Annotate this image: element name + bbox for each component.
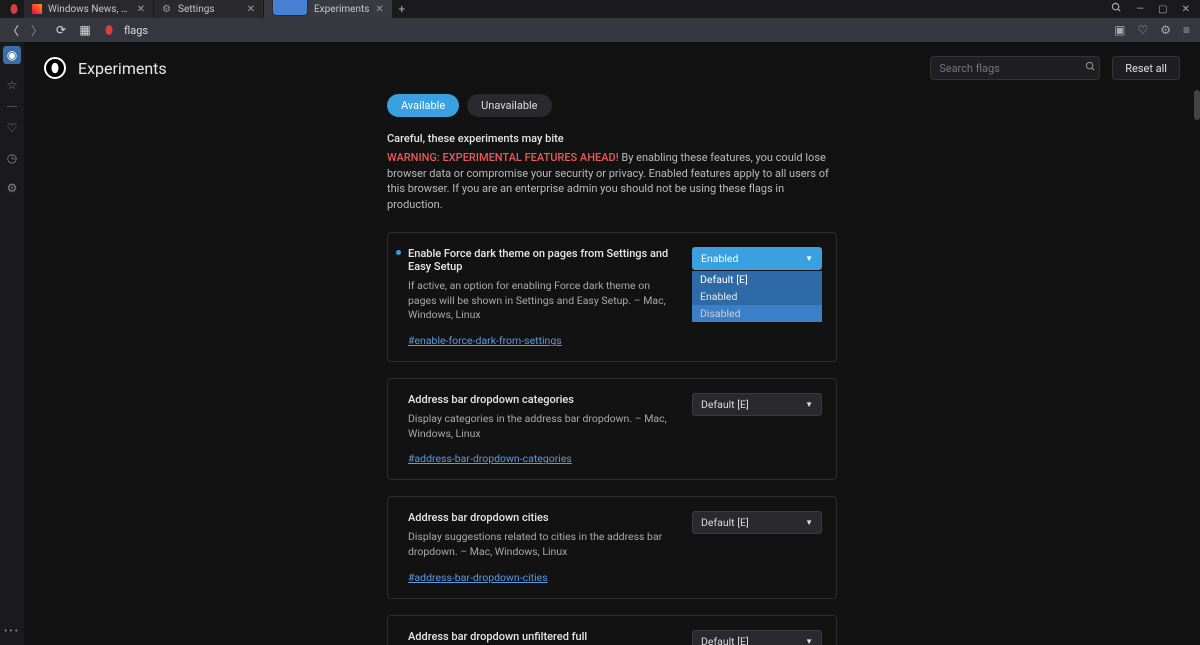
reload-button[interactable]: ⟳ [54, 23, 68, 37]
flag-card: Enable Force dark theme on pages from Se… [387, 232, 837, 362]
flag-card: Address bar dropdown cities Display sugg… [387, 496, 837, 598]
forward-button[interactable]: 〉 [30, 22, 44, 39]
window-controls: — ▢ ✕ [1111, 2, 1200, 16]
flag-description: If active, an option for enabling Force … [408, 279, 676, 323]
speed-dial-icon[interactable]: ▦ [78, 23, 92, 37]
reset-all-button[interactable]: Reset all [1112, 56, 1180, 80]
tab-label: Experiments [314, 4, 369, 15]
url-text: flags [124, 24, 148, 37]
tab-windows-news[interactable]: Windows News, Updates, t ✕ [24, 0, 154, 18]
select-value: Enabled [701, 252, 738, 265]
sidebar-item-bookmarks[interactable]: ☆ [3, 76, 21, 94]
sidebar-item-settings[interactable]: ⚙ [3, 179, 21, 197]
flag-select[interactable]: Enabled ▼ [692, 247, 822, 270]
addrbar-right-icons: ▣ ♡ ⚙ ≡ [1114, 23, 1190, 37]
close-window-icon[interactable]: ✕ [1182, 4, 1190, 15]
new-tab-button[interactable]: + [393, 0, 411, 18]
favicon-icon [32, 4, 42, 14]
search-icon [1085, 61, 1096, 75]
page-header: Experiments Reset all [24, 42, 1200, 94]
warning-title: Careful, these experiments may bite [387, 131, 837, 146]
titlebar: Windows News, Updates, t ✕ ⚙ Settings ✕ … [0, 0, 1200, 18]
minimize-icon[interactable]: — [1136, 4, 1144, 15]
select-value: Default [E] [701, 516, 749, 529]
easy-setup-icon[interactable]: ≡ [1183, 23, 1190, 37]
option-disabled[interactable]: Disabled [692, 305, 822, 322]
option-default[interactable]: Default [E] [692, 271, 822, 288]
select-options: Default [E] Enabled Disabled [692, 271, 822, 322]
sidebar-item-heart[interactable]: ♡ [3, 119, 21, 137]
flag-title: Address bar dropdown cities [408, 511, 676, 524]
tab-strip: Windows News, Updates, t ✕ ⚙ Settings ✕ … [24, 0, 411, 18]
sidebar-item-workspace[interactable]: ◉ [3, 46, 21, 64]
filter-tabs: Available Unavailable [387, 94, 837, 117]
flag-select[interactable]: Default [E] ▼ [692, 630, 822, 645]
search-icon[interactable] [1111, 2, 1122, 16]
flag-description: Display suggestions related to cities in… [408, 530, 676, 559]
sidebar-divider [7, 106, 17, 107]
flags-column: Available Unavailable Careful, these exp… [377, 94, 847, 645]
flag-select[interactable]: Default [E] ▼ [692, 511, 822, 534]
flag-anchor-link[interactable]: #address-bar-dropdown-categories [408, 452, 572, 465]
chevron-down-icon: ▼ [805, 518, 813, 527]
scrollbar-thumb[interactable] [1194, 90, 1200, 120]
flag-card: Address bar dropdown categories Display … [387, 378, 837, 480]
warning-alert: WARNING: EXPERIMENTAL FEATURES AHEAD! [387, 151, 619, 164]
back-button[interactable]: 〈 [6, 22, 20, 39]
option-enabled[interactable]: Enabled [692, 288, 822, 305]
sidebar-more[interactable]: ••• [4, 626, 20, 637]
tab-unavailable[interactable]: Unavailable [467, 94, 551, 117]
search-flags-box[interactable] [930, 56, 1100, 80]
modified-dot-icon [396, 250, 401, 255]
url-field[interactable]: flags [102, 23, 1104, 37]
flag-title: Address bar dropdown unfiltered full [408, 630, 676, 643]
page-content: Experiments Reset all Available Unavaila… [24, 42, 1200, 645]
tab-label: Windows News, Updates, t [48, 4, 131, 15]
select-value: Default [E] [701, 635, 749, 645]
tab-settings[interactable]: ⚙ Settings ✕ [154, 0, 264, 18]
chevron-down-icon: ▼ [805, 400, 813, 409]
sidebar: ◉ ☆ ♡ ◷ ⚙ ••• [0, 42, 24, 645]
snapshot-icon[interactable]: ▣ [1114, 23, 1125, 37]
page-title: Experiments [78, 59, 167, 78]
flag-anchor-link[interactable]: #enable-force-dark-from-settings [408, 334, 562, 347]
close-icon[interactable]: ✕ [375, 4, 383, 15]
chevron-down-icon: ▼ [805, 254, 813, 263]
opera-menu-icon[interactable] [4, 2, 24, 16]
flag-description: Display categories in the address bar dr… [408, 412, 676, 441]
flag-title: Enable Force dark theme on pages from Se… [408, 247, 676, 273]
tab-label: Settings [178, 4, 241, 15]
maximize-icon[interactable]: ▢ [1158, 4, 1167, 15]
heart-icon[interactable]: ♡ [1137, 23, 1148, 37]
flag-anchor-link[interactable]: #address-bar-dropdown-cities [408, 571, 548, 584]
extensions-icon[interactable]: ⚙ [1160, 23, 1171, 37]
select-value: Default [E] [701, 398, 749, 411]
warning-block: Careful, these experiments may bite WARN… [387, 131, 837, 212]
tab-available[interactable]: Available [387, 94, 459, 117]
gear-icon: ⚙ [162, 4, 172, 14]
tab-experiments[interactable]: Experiments ✕ [264, 0, 393, 18]
search-input[interactable] [939, 62, 1079, 75]
flag-card: Address bar dropdown unfiltered full Sho… [387, 615, 837, 645]
opera-logo-icon [44, 57, 66, 79]
opera-icon [102, 23, 116, 37]
flag-icon [272, 0, 308, 16]
flag-select[interactable]: Default [E] ▼ [692, 393, 822, 416]
close-icon[interactable]: ✕ [247, 4, 255, 15]
flag-title: Address bar dropdown categories [408, 393, 676, 406]
chevron-down-icon: ▼ [805, 637, 813, 645]
close-icon[interactable]: ✕ [137, 4, 145, 15]
address-bar: 〈 〉 ⟳ ▦ flags ▣ ♡ ⚙ ≡ [0, 18, 1200, 42]
sidebar-item-history[interactable]: ◷ [3, 149, 21, 167]
